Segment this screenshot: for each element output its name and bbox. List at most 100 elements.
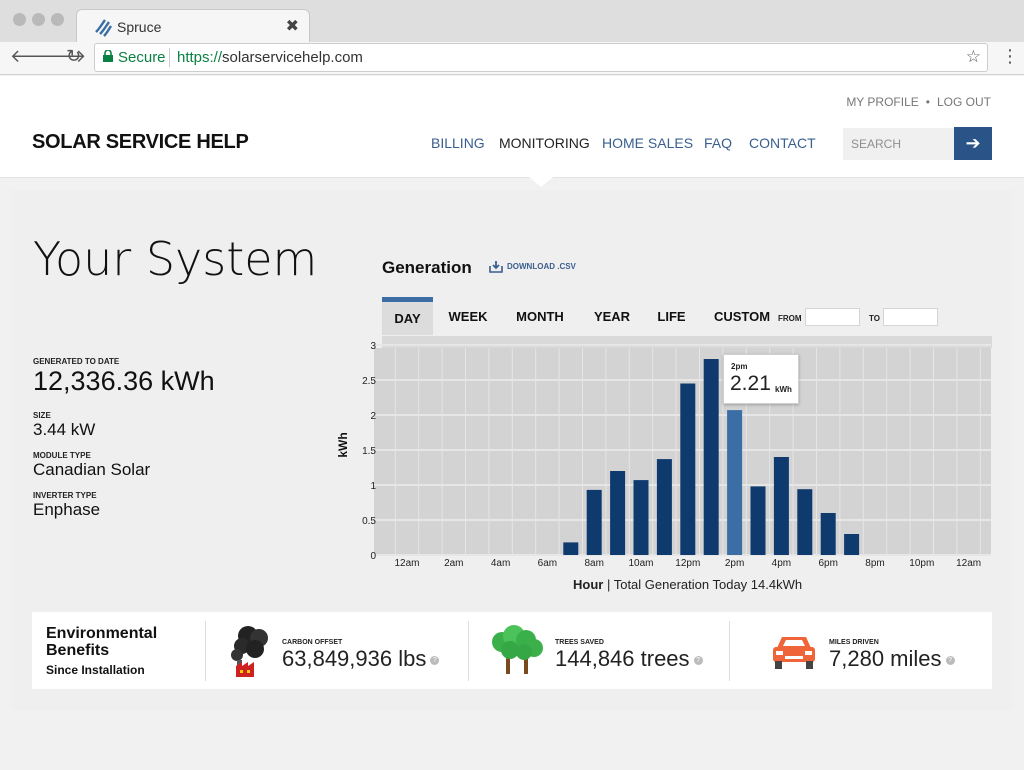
search-input[interactable] xyxy=(843,128,955,160)
nav-faq[interactable]: FAQ xyxy=(704,135,732,151)
bookmark-star-icon[interactable]: ☆ xyxy=(966,47,981,67)
minimize-window-button[interactable] xyxy=(32,13,45,26)
x-tick-label: 10am xyxy=(628,558,653,569)
nav-monitoring[interactable]: MONITORING xyxy=(499,135,590,151)
browser-tab[interactable]: Spruce ✖ xyxy=(76,9,310,43)
miles-driven-value: 7,280 miles xyxy=(829,646,942,671)
x-tick-label: 6am xyxy=(538,558,557,569)
secure-label: Secure xyxy=(118,49,166,66)
x-tick-label: 8am xyxy=(584,558,603,569)
carbon-offset-value-row: 63,849,936 lbs? xyxy=(282,646,440,672)
browser-menu-icon[interactable]: ⋮ xyxy=(1001,46,1019,67)
chart-bar-8am[interactable] xyxy=(586,489,602,555)
reload-icon[interactable]: ↻ xyxy=(66,46,81,67)
env-divider xyxy=(468,621,469,681)
nav-home-sales[interactable]: HOME SALES xyxy=(602,135,693,151)
env-title: Environmental Benefits xyxy=(46,625,158,659)
chart-bar-5pm[interactable] xyxy=(797,489,813,555)
x-tick-label: 2am xyxy=(444,558,463,569)
module-type-value: Canadian Solar xyxy=(33,460,151,479)
chart-bar-4pm[interactable] xyxy=(773,457,789,555)
inverter-type-value: Enphase xyxy=(33,500,101,519)
browser-window: Spruce ✖ 🡐 🡒 ↻ Secure https://solarservi… xyxy=(0,0,1024,770)
x-tick-label: 10pm xyxy=(909,558,934,569)
y-tick-label: 1 xyxy=(370,481,376,492)
factory-smoke-icon xyxy=(231,626,268,677)
trees-saved-label: TREES SAVED xyxy=(555,639,604,646)
trees-saved-value-row: 144,846 trees? xyxy=(555,646,703,672)
browser-titlebar: Spruce ✖ xyxy=(0,0,1024,43)
y-tick-label: 2 xyxy=(370,411,376,422)
inverter-type-label: INVERTER TYPE xyxy=(33,491,97,500)
utility-separator: • xyxy=(925,95,930,109)
y-tick-label: 2.5 xyxy=(362,376,376,387)
y-tick-label: 3 xyxy=(370,341,376,352)
x-axis: 12am 2am 4am 6am 8am 10am 12pm 2pm 4pm 6pm 8pm 10pm… xyxy=(394,558,981,569)
chart-bar-6pm[interactable] xyxy=(820,513,836,555)
close-tab-icon[interactable]: ✖ xyxy=(286,16,299,36)
generated-value: 12,336.36 kWh xyxy=(33,366,215,396)
nav-contact[interactable]: CONTACT xyxy=(749,135,816,151)
tab-week[interactable]: WEEK xyxy=(444,297,492,335)
search-button[interactable]: ➔ xyxy=(954,127,992,160)
x-tick-label: 12pm xyxy=(675,558,700,569)
miles-help-icon[interactable]: ? xyxy=(945,655,955,665)
chart-bar-7pm[interactable] xyxy=(844,534,860,555)
utility-links: MY PROFILE • LOG OUT xyxy=(846,95,991,109)
close-window-button[interactable] xyxy=(13,13,26,26)
tooltip-value: 2.21 xyxy=(730,372,771,395)
chart-bar-7am[interactable] xyxy=(563,542,579,555)
size-value: 3.44 kW xyxy=(33,420,96,439)
x-tick-label: 12am xyxy=(394,558,419,569)
url-host: solarservicehelp.com xyxy=(222,49,363,66)
tab-year[interactable]: YEAR xyxy=(590,297,634,335)
tab-month[interactable]: MONTH xyxy=(510,297,570,335)
page-title: Your System xyxy=(33,232,318,286)
my-profile-link[interactable]: MY PROFILE xyxy=(846,95,918,109)
bar-tooltip: 2pm 2.21 kWh xyxy=(723,354,799,404)
trees-saved-value: 144,846 trees xyxy=(555,646,690,671)
chart-bar-11am[interactable] xyxy=(656,459,672,555)
x-tick-label: 6pm xyxy=(818,558,837,569)
tab-day[interactable]: DAY xyxy=(382,297,433,335)
chart-bar-1pm[interactable] xyxy=(703,359,719,555)
chart-bar-2pm[interactable] xyxy=(727,410,743,555)
log-out-link[interactable]: LOG OUT xyxy=(937,95,991,109)
y-tick-label: 0.5 xyxy=(362,516,376,527)
size-label: SIZE xyxy=(33,411,51,420)
y-tick-label: 0 xyxy=(370,551,376,562)
chart-bar-3pm[interactable] xyxy=(750,486,766,555)
chart-bar-12pm[interactable] xyxy=(680,383,696,556)
tooltip-unit: kWh xyxy=(775,385,792,394)
brand-logo[interactable]: SOLAR SERVICE HELP xyxy=(32,131,249,154)
total-generation-text: Total Generation Today 14.4kWh xyxy=(613,577,803,592)
generated-label: GENERATED TO DATE xyxy=(33,357,120,366)
to-date-input[interactable] xyxy=(883,308,938,326)
env-divider xyxy=(205,621,206,681)
url-separator xyxy=(169,48,170,67)
carbon-help-icon[interactable]: ? xyxy=(430,655,440,665)
chart-bar-10am[interactable] xyxy=(633,480,649,555)
nav-billing[interactable]: BILLING xyxy=(431,135,485,151)
tab-life[interactable]: LIFE xyxy=(653,297,690,335)
download-icon xyxy=(489,261,503,273)
url-text[interactable]: https://solarservicehelp.com xyxy=(177,49,363,66)
trees-icon xyxy=(492,625,543,674)
tab-custom[interactable]: CUSTOM xyxy=(710,297,774,335)
tab-title: Spruce xyxy=(117,19,162,35)
spruce-logo-icon xyxy=(95,19,113,37)
download-csv-link[interactable]: DOWNLOAD .CSV xyxy=(489,261,576,273)
chart-footer: Hour | Total Generation Today 14.4kWh xyxy=(573,577,802,592)
active-nav-indicator xyxy=(529,177,553,187)
trees-help-icon[interactable]: ? xyxy=(693,655,703,665)
carbon-offset-label: CARBON OFFSET xyxy=(282,639,343,646)
y-axis-label: kWh xyxy=(336,432,350,457)
generation-title: Generation xyxy=(382,258,472,277)
address-bar[interactable]: Secure https://solarservicehelp.com ☆ xyxy=(94,43,988,72)
chart-bar-9am[interactable] xyxy=(610,471,626,555)
x-axis-label: Hour xyxy=(573,577,604,592)
maximize-window-button[interactable] xyxy=(51,13,64,26)
from-date-input[interactable] xyxy=(805,308,860,326)
carbon-offset-value: 63,849,936 lbs xyxy=(282,646,427,671)
x-tick-label: 2pm xyxy=(725,558,744,569)
